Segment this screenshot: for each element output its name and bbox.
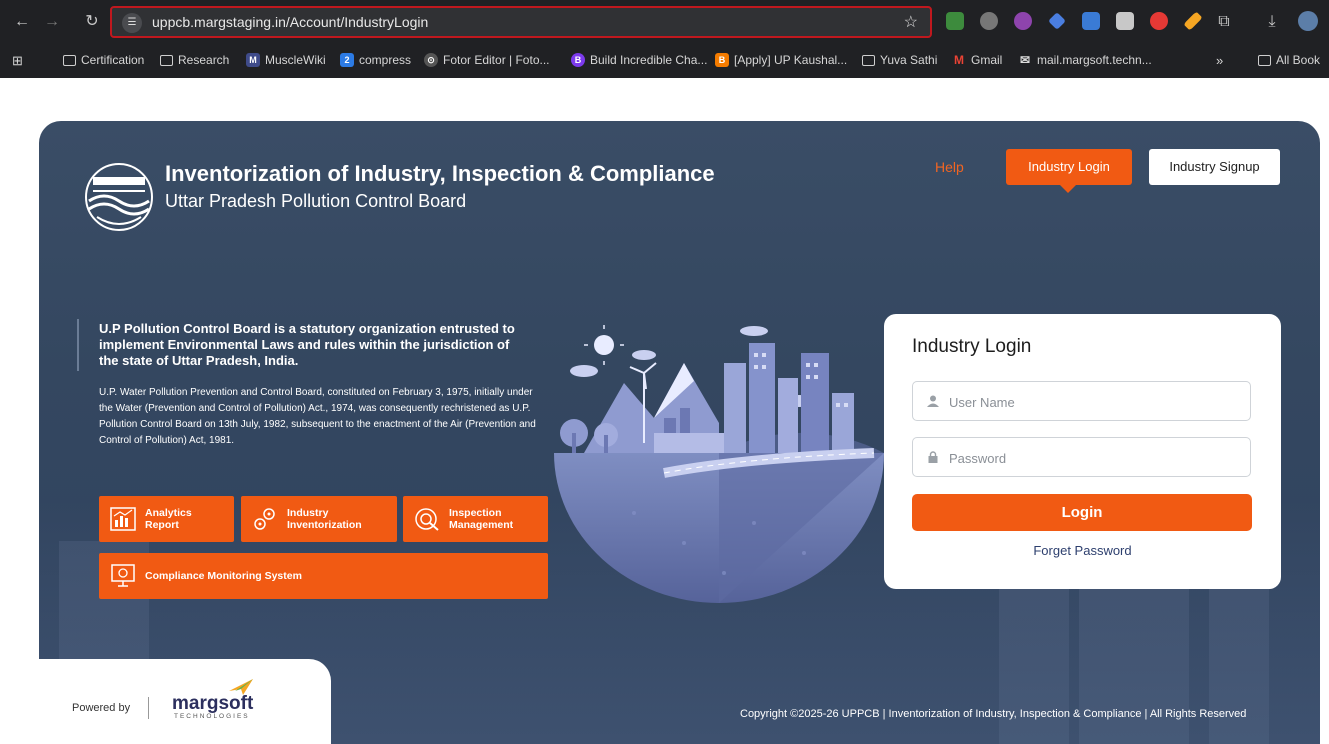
login-submit-button[interactable]: Login [912, 494, 1252, 531]
bookmark-item[interactable]: M MuscleWiki [246, 53, 326, 67]
hero-panel: Inventorization of Industry, Inspection … [39, 121, 1320, 744]
profile-avatar[interactable] [1298, 11, 1318, 31]
address-url: uppcb.margstaging.in/Account/IndustryLog… [152, 14, 429, 30]
copyright-text: Copyright ©2025-26 UPPCB | Inventorizati… [740, 708, 1247, 720]
tile-label: Analytics Report [145, 507, 192, 531]
compliance-monitoring-tile[interactable]: Compliance Monitoring System [99, 553, 548, 599]
bookmark-item[interactable]: ⊙ Fotor Editor | Foto... [424, 53, 550, 67]
forward-icon[interactable]: → [40, 10, 64, 34]
login-title: Industry Login [912, 336, 1032, 357]
margsoft-logo[interactable]: margsoft [172, 693, 253, 715]
help-link[interactable]: Help [935, 159, 964, 175]
tile-label: Inspection Management [449, 507, 514, 531]
bookmark-item[interactable]: ✉ mail.margsoft.techn... [1018, 53, 1152, 67]
inspection-icon [415, 508, 439, 531]
industry-inventorization-tile[interactable]: Industry Inventorization [241, 496, 397, 542]
username-field[interactable] [912, 381, 1251, 421]
monitor-icon [111, 564, 135, 587]
musclewiki-icon: M [246, 53, 260, 67]
inspection-management-tile[interactable]: Inspection Management [403, 496, 548, 542]
page-title: Inventorization of Industry, Inspection … [165, 161, 715, 186]
site-info-icon[interactable]: ☰ [122, 13, 142, 33]
password-field[interactable] [912, 437, 1251, 477]
intro-heading: U.P Pollution Control Board is a statuto… [99, 321, 515, 368]
bookmarks-bar: ⊞ Certification Research M MuscleWiki 2 co… [0, 44, 1329, 78]
intro-divider [77, 319, 79, 371]
fotor-icon: ⊙ [424, 53, 438, 67]
folder-icon [63, 54, 76, 66]
extension-icon[interactable] [1082, 12, 1100, 30]
mail-icon: ✉ [1018, 53, 1032, 67]
bookmark-item[interactable]: 2 compress [340, 53, 411, 67]
powered-by-label: Powered by [72, 702, 131, 714]
analytics-report-tile[interactable]: Analytics Report [99, 496, 234, 542]
bookmark-item[interactable]: Yuva Sathi [862, 53, 937, 67]
bookmarks-overflow[interactable]: » [1216, 53, 1223, 68]
folder-icon [160, 54, 173, 66]
bookmark-item[interactable]: Certification [63, 53, 144, 67]
password-input[interactable] [947, 447, 1241, 469]
bookmark-star-icon[interactable]: ☆ [904, 12, 918, 32]
extension-icon[interactable] [1116, 12, 1134, 30]
bookmark-item[interactable]: B [Apply] UP Kaushal... [715, 53, 847, 67]
username-input[interactable] [947, 391, 1241, 413]
build-icon: B [571, 53, 585, 67]
forgot-password-link[interactable]: Forget Password [884, 543, 1281, 558]
bookmark-item[interactable]: All Book [1258, 53, 1320, 67]
analytics-icon [110, 507, 136, 531]
blogger-icon: B [715, 53, 729, 67]
extension-icon[interactable] [1150, 12, 1168, 30]
gmail-icon: M [952, 53, 966, 67]
environment-illustration [554, 325, 884, 603]
folder-icon [862, 54, 875, 66]
extension-icon[interactable] [1048, 12, 1066, 30]
margsoft-tagline: TECHNOLOGIES [174, 713, 250, 720]
user-icon [927, 395, 939, 407]
browser-chrome: ← → ↻ ☰ uppcb.margstaging.in/Account/Ind… [0, 0, 1329, 78]
apps-grid-icon[interactable]: ⊞ [12, 53, 23, 69]
folder-icon [1258, 54, 1271, 66]
download-icon[interactable]: ⤓ [1260, 10, 1284, 34]
industry-login-button[interactable]: Industry Login [1006, 149, 1132, 193]
powered-divider [148, 697, 149, 719]
lock-icon [928, 451, 938, 463]
extensions-puzzle-icon[interactable]: ⧉ [1212, 10, 1236, 34]
bookmark-item[interactable]: M Gmail [952, 53, 1002, 67]
camera-extension-icon[interactable] [980, 12, 998, 30]
pen-extension-icon[interactable] [1183, 11, 1203, 31]
page-subtitle: Uttar Pradesh Pollution Control Board [165, 191, 467, 211]
industry-signup-button[interactable]: Industry Signup [1149, 149, 1280, 185]
tile-label: Compliance Monitoring System [145, 570, 302, 582]
intro-body: U.P. Water Pollution Prevention and Cont… [99, 387, 536, 446]
uppcb-logo [85, 163, 153, 231]
extension-icon[interactable] [1014, 12, 1032, 30]
bookmark-item[interactable]: B Build Incredible Cha... [571, 53, 707, 67]
powered-by-panel: Powered by margsoft TECHNOLOGIES [39, 659, 331, 744]
extension-icon[interactable] [946, 12, 964, 30]
reload-icon[interactable]: ↻ [80, 10, 104, 34]
back-icon[interactable]: ← [10, 10, 34, 34]
address-bar[interactable]: ☰ uppcb.margstaging.in/Account/IndustryL… [110, 6, 932, 38]
gears-icon [254, 508, 275, 530]
bookmark-item[interactable]: Research [160, 53, 229, 67]
tile-label: Industry Inventorization [287, 507, 362, 531]
login-card: Industry Login Login Forget Password [884, 314, 1281, 589]
compress-icon: 2 [340, 53, 354, 67]
